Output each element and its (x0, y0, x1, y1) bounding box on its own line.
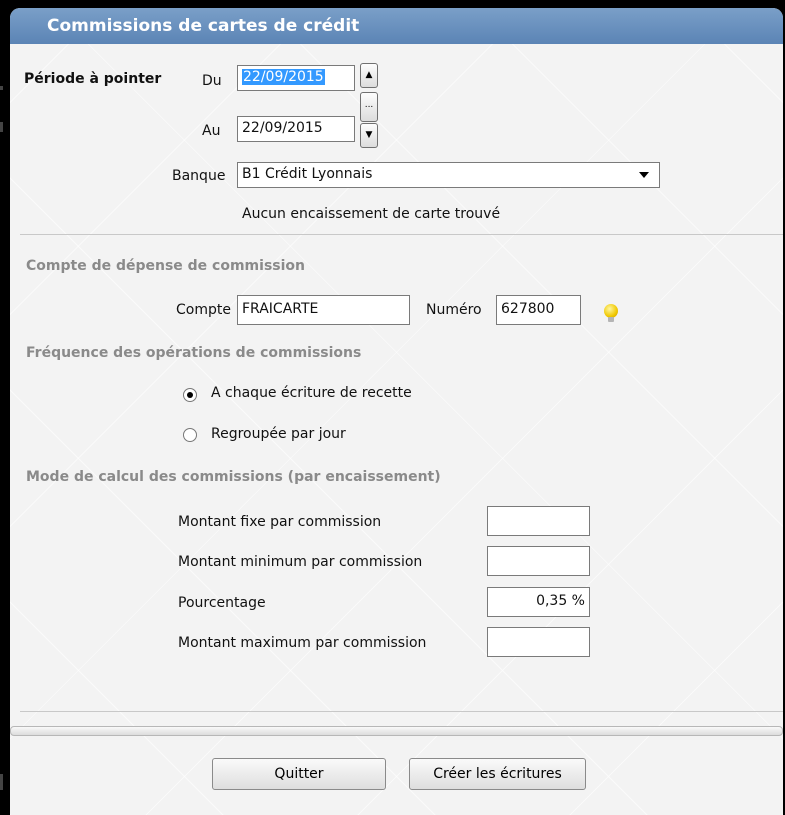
numero-label: Numéro (426, 302, 482, 318)
commissions-dialog: Commissions de cartes de crédit Période … (10, 8, 783, 815)
divider (20, 711, 783, 712)
numero-value: 627800 (501, 301, 555, 317)
radio-chaque-ecriture[interactable] (183, 388, 197, 402)
du-label: Du (202, 73, 222, 89)
radio-regroupee-jour[interactable] (183, 428, 197, 442)
edge-mark (0, 122, 3, 132)
montant-fixe-field[interactable] (487, 506, 590, 536)
frequence-section-title: Fréquence des opérations de commissions (26, 345, 362, 361)
montant-maximum-label: Montant maximum par commission (178, 635, 427, 651)
montant-fixe-label: Montant fixe par commission (178, 514, 382, 530)
montant-maximum-field[interactable] (487, 627, 590, 657)
divider (20, 234, 783, 235)
compte-section-title: Compte de dépense de commission (26, 258, 305, 274)
edge-mark (0, 86, 3, 90)
spin-up-button[interactable]: ▲ (360, 63, 378, 88)
montant-minimum-field[interactable] (487, 546, 590, 576)
periode-label: Période à pointer (24, 71, 162, 87)
window-title: Commissions de cartes de crédit (47, 16, 360, 36)
edge-mark (0, 774, 3, 790)
radio-chaque-ecriture-label[interactable]: A chaque écriture de recette (211, 385, 412, 401)
radio-regroupee-jour-label[interactable]: Regroupée par jour (211, 426, 346, 442)
compte-field[interactable]: FRAICARTE (237, 295, 410, 325)
lightbulb-icon[interactable] (604, 304, 618, 322)
progress-bar (10, 726, 783, 736)
title-bar: Commissions de cartes de crédit (10, 8, 783, 44)
banque-value: B1 Crédit Lyonnais (242, 166, 373, 182)
spin-down-button[interactable]: ▼ (360, 123, 378, 148)
chevron-down-icon (639, 172, 649, 178)
numero-field[interactable]: 627800 (496, 295, 581, 325)
pourcentage-value: 0,35 % (536, 593, 585, 609)
du-date-field[interactable]: 22/09/2015 (237, 65, 355, 91)
banque-label: Banque (172, 168, 226, 184)
banque-status: Aucun encaissement de carte trouvé (242, 206, 501, 222)
compte-label: Compte (176, 302, 231, 318)
compte-value: FRAICARTE (242, 301, 319, 317)
au-date-field[interactable]: 22/09/2015 (237, 116, 355, 142)
pourcentage-label: Pourcentage (178, 595, 266, 611)
calcul-section-title: Mode de calcul des commissions (par enca… (26, 469, 441, 485)
du-date-value: 22/09/2015 (242, 69, 325, 85)
create-entries-button[interactable]: Créer les écritures (409, 758, 586, 790)
calendar-button[interactable]: ... (360, 92, 378, 122)
au-label: Au (202, 123, 221, 139)
au-date-value: 22/09/2015 (242, 120, 323, 136)
quit-button[interactable]: Quitter (212, 758, 386, 790)
banque-select[interactable]: B1 Crédit Lyonnais (237, 162, 660, 188)
pourcentage-field[interactable]: 0,35 % (487, 587, 590, 617)
montant-minimum-label: Montant minimum par commission (178, 554, 423, 570)
